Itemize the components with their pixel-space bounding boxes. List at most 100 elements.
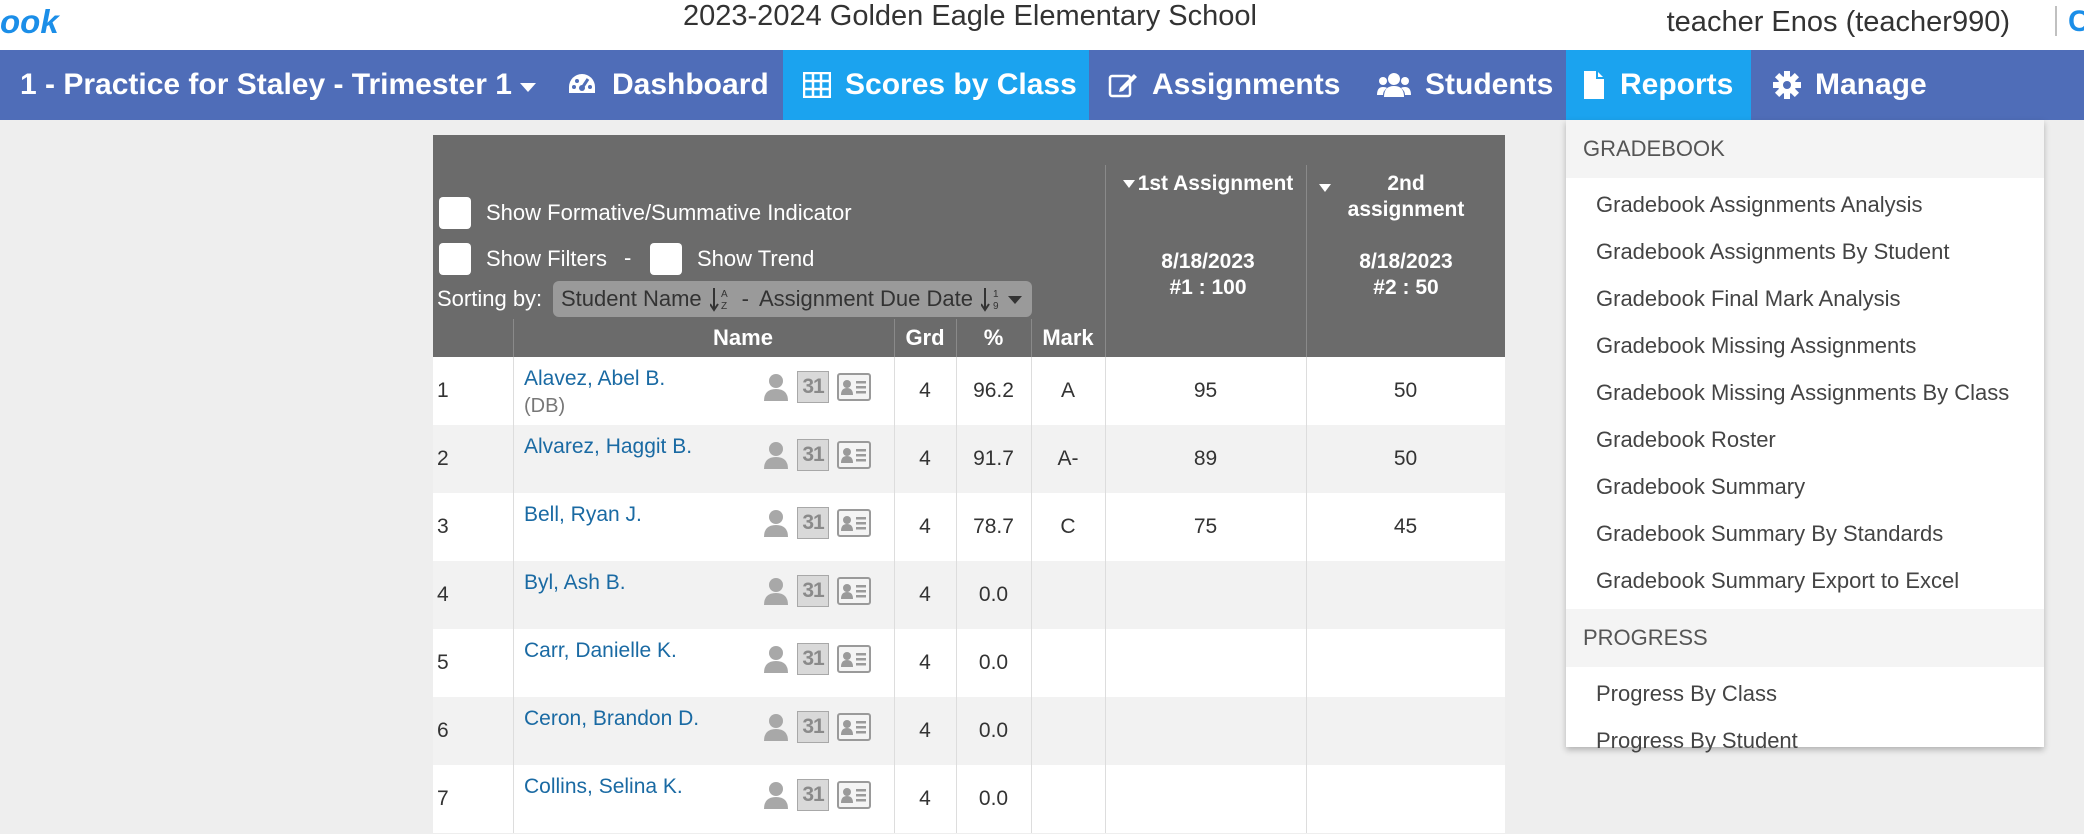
- nav-scores-label: Scores by Class: [845, 68, 1077, 101]
- score-cell-assignment-2[interactable]: 45: [1306, 493, 1505, 561]
- calendar-icon[interactable]: 31: [797, 711, 829, 743]
- contact-card-icon[interactable]: [837, 713, 871, 741]
- menu-item-report[interactable]: Gradebook Assignments Analysis: [1596, 190, 1923, 220]
- student-name-link[interactable]: Ceron, Brandon D.: [524, 707, 699, 731]
- contact-card-icon[interactable]: [837, 373, 871, 401]
- nav-students[interactable]: Students: [1377, 50, 1553, 120]
- contact-card-icon[interactable]: [837, 577, 871, 605]
- student-name-link[interactable]: Bell, Ryan J.: [524, 503, 642, 527]
- nav-reports[interactable]: Reports: [1566, 50, 1751, 120]
- calendar-icon[interactable]: 31: [797, 575, 829, 607]
- student-name-link[interactable]: Collins, Selina K.: [524, 775, 683, 799]
- nav-dashboard[interactable]: Dashboard: [566, 50, 769, 120]
- class-selector[interactable]: 1 - Practice for Staley - Trimester 1: [20, 50, 536, 120]
- row-number: 3: [437, 515, 449, 538]
- student-profile-icon[interactable]: [763, 576, 789, 606]
- menu-item-report[interactable]: Gradebook Summary Export to Excel: [1596, 566, 1959, 596]
- student-profile-icon[interactable]: [763, 372, 789, 402]
- calendar-icon[interactable]: 31: [797, 779, 829, 811]
- score-cell-assignment-2[interactable]: 50: [1306, 357, 1505, 425]
- nav-assignments[interactable]: Assignments: [1108, 50, 1340, 120]
- contact-card-icon[interactable]: [837, 441, 871, 469]
- score-cell-assignment-1[interactable]: 75: [1105, 493, 1306, 561]
- calendar-icon[interactable]: 31: [797, 507, 829, 539]
- sort-separator: -: [741, 286, 749, 311]
- show-filters-toggle[interactable]: Show Filters: [439, 243, 607, 275]
- menu-item-report[interactable]: Gradebook Summary By Standards: [1596, 519, 1943, 549]
- col-header-grade[interactable]: Grd: [894, 325, 956, 351]
- score-cell-assignment-1[interactable]: [1105, 629, 1306, 697]
- assignment-2-title-line2: assignment: [1347, 198, 1465, 221]
- show-filters-checkbox[interactable]: [439, 243, 471, 275]
- score-cell-assignment-1[interactable]: [1105, 561, 1306, 629]
- assignment-2-header[interactable]: 2nd assignment 8/18/2023 #2 : 50: [1307, 171, 1505, 301]
- assignment-1-date: 8/18/2023: [1161, 250, 1255, 273]
- show-trend-checkbox[interactable]: [650, 243, 682, 275]
- score-cell-assignment-1[interactable]: [1105, 697, 1306, 765]
- score-cell-assignment-2[interactable]: [1306, 697, 1505, 765]
- mark-cell: [1031, 697, 1105, 765]
- mark-cell: C: [1060, 515, 1076, 538]
- student-name-link[interactable]: Byl, Ash B.: [524, 571, 626, 595]
- student-profile-icon[interactable]: [763, 644, 789, 674]
- table-row: 2 Alvarez, Haggit B. 31 4 91.7 A- 89 50: [433, 425, 1505, 493]
- score-cell-assignment-2[interactable]: [1306, 561, 1505, 629]
- score-cell-assignment-2[interactable]: [1306, 765, 1505, 833]
- student-actions: 31: [763, 507, 879, 539]
- score-cell-assignment-1[interactable]: [1105, 765, 1306, 833]
- assignment-menu-icon[interactable]: [1319, 184, 1331, 193]
- calendar-icon[interactable]: 31: [797, 643, 829, 675]
- nav-scores-by-class[interactable]: Scores by Class: [783, 50, 1089, 120]
- contact-card-icon[interactable]: [837, 781, 871, 809]
- app-logo[interactable]: ook: [0, 2, 59, 42]
- col-header-percent[interactable]: %: [956, 325, 1031, 351]
- menu-item-report[interactable]: Gradebook Roster: [1596, 425, 1776, 455]
- student-name-link[interactable]: Alavez, Abel B.: [524, 367, 665, 391]
- contact-card-icon[interactable]: [837, 645, 871, 673]
- menu-item-report[interactable]: Gradebook Final Mark Analysis: [1596, 284, 1900, 314]
- student-name-link[interactable]: Carr, Danielle K.: [524, 639, 677, 663]
- show-trend-label: Show Trend: [697, 246, 815, 271]
- student-profile-icon[interactable]: [763, 508, 789, 538]
- score-cell-assignment-2[interactable]: [1306, 629, 1505, 697]
- school-title: 2023-2024 Golden Eagle Elementary School: [683, 0, 1257, 32]
- score-cell-assignment-1[interactable]: 95: [1105, 357, 1306, 425]
- show-filters-label: Show Filters: [486, 246, 608, 271]
- sort-selector[interactable]: Student Name AZ - Assignment Due Date 19: [553, 281, 1032, 317]
- score-cell-assignment-1[interactable]: 89: [1105, 425, 1306, 493]
- assignment-1-header[interactable]: 1st Assignment 8/18/2023 #1 : 100: [1109, 171, 1307, 301]
- chevron-down-icon: [1008, 296, 1022, 304]
- student-profile-icon[interactable]: [763, 780, 789, 810]
- menu-item-report[interactable]: Progress By Class: [1596, 679, 1777, 709]
- row-divider: [513, 357, 514, 425]
- gradebook-grid: Show Formative/Summative Indicator Show …: [433, 135, 1505, 834]
- formative-summative-toggle[interactable]: Show Formative/Summative Indicator: [439, 197, 852, 229]
- top-header: ook 2023-2024 Golden Eagle Elementary Sc…: [0, 0, 2084, 50]
- assignment-menu-icon[interactable]: [1122, 180, 1135, 189]
- menu-item-report[interactable]: Gradebook Missing Assignments: [1596, 331, 1916, 361]
- user-account-label[interactable]: teacher Enos (teacher990): [1667, 4, 2010, 40]
- menu-item-report[interactable]: Gradebook Missing Assignments By Class: [1596, 378, 2009, 408]
- student-profile-icon[interactable]: [763, 440, 789, 470]
- nav-manage[interactable]: Manage: [1773, 50, 1927, 120]
- grade-cell: 4: [919, 515, 931, 538]
- row-divider: [513, 493, 514, 561]
- student-profile-icon[interactable]: [763, 712, 789, 742]
- show-trend-toggle[interactable]: Show Trend: [650, 243, 814, 275]
- header-edge-icon[interactable]: C: [2068, 2, 2084, 42]
- assignment-1-title: 1st Assignment: [1137, 172, 1294, 195]
- sort-alpha-icon: AZ: [709, 286, 732, 312]
- row-number: 6: [437, 719, 449, 742]
- menu-item-report[interactable]: Progress By Student: [1596, 726, 1798, 756]
- calendar-icon[interactable]: 31: [797, 439, 829, 471]
- percent-cell: 0.0: [978, 787, 1009, 810]
- score-cell-assignment-2[interactable]: 50: [1306, 425, 1505, 493]
- calendar-icon[interactable]: 31: [797, 371, 829, 403]
- grade-cell: 4: [919, 787, 931, 810]
- student-name-link[interactable]: Alvarez, Haggit B.: [524, 435, 692, 459]
- col-header-mark[interactable]: Mark: [1031, 325, 1105, 351]
- contact-card-icon[interactable]: [837, 509, 871, 537]
- formative-summative-checkbox[interactable]: [439, 197, 471, 229]
- menu-item-report[interactable]: Gradebook Assignments By Student: [1596, 237, 1949, 267]
- menu-item-report[interactable]: Gradebook Summary: [1596, 472, 1805, 502]
